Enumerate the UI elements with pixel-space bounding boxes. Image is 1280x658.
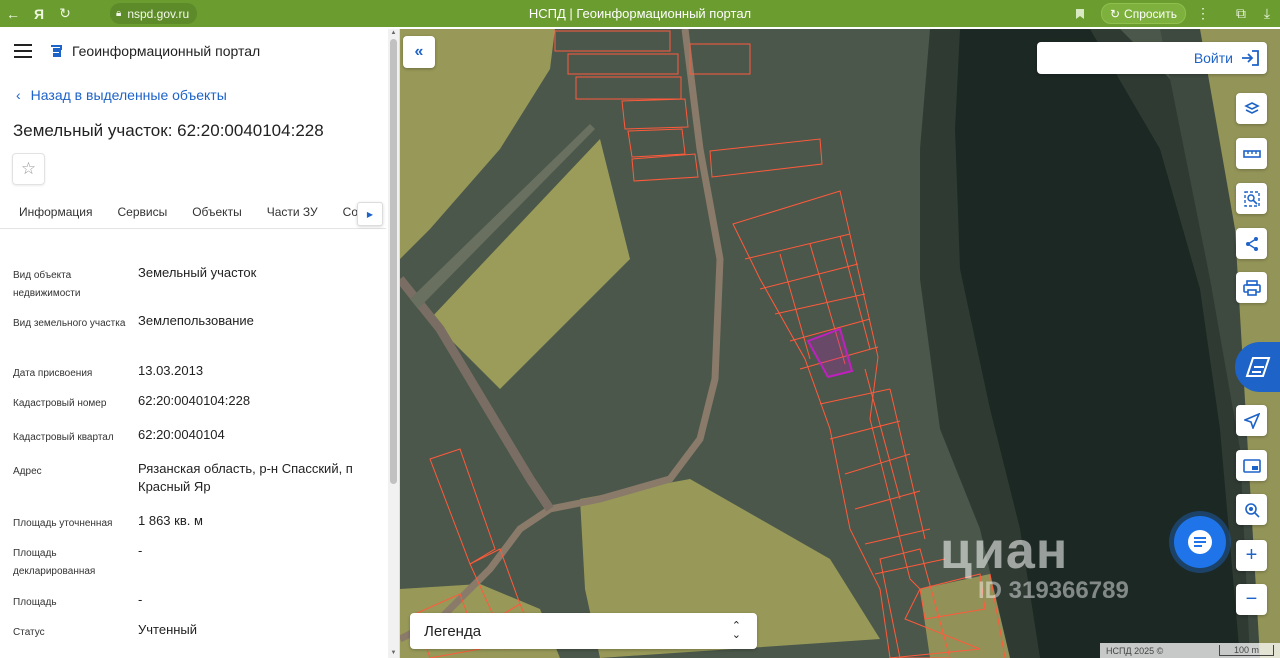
property-value: Земельный участок bbox=[138, 265, 257, 280]
select-area-button[interactable] bbox=[1236, 183, 1267, 214]
tab-0[interactable]: Информация bbox=[19, 199, 104, 228]
property-value: - bbox=[138, 592, 143, 607]
back-arrow-icon[interactable]: ← bbox=[0, 0, 26, 27]
tab-2[interactable]: Объекты bbox=[192, 199, 254, 228]
bookmark-icon[interactable] bbox=[1067, 0, 1093, 27]
zoom-out-button[interactable]: − bbox=[1236, 584, 1267, 615]
property-value: Учтенный bbox=[138, 622, 198, 637]
property-label: Вид земельного участка bbox=[13, 318, 126, 329]
print-icon bbox=[1242, 279, 1261, 296]
property-value: 13.03.2013 bbox=[138, 363, 204, 378]
geolocation-icon bbox=[1244, 502, 1260, 518]
menu-icon[interactable] bbox=[14, 44, 32, 58]
collections-icon[interactable]: ⧉ bbox=[1228, 0, 1254, 27]
scroll-down-arrow-icon[interactable]: ▼ bbox=[388, 649, 399, 658]
tabs-scroll-right-button[interactable]: ▶ bbox=[357, 202, 383, 226]
app-title: Геоинформационный портал bbox=[72, 43, 261, 59]
property-label: Кадастровый квартал bbox=[13, 432, 114, 443]
collapse-panel-button[interactable]: « bbox=[403, 36, 435, 68]
property-label: Статус bbox=[13, 627, 45, 638]
portal-logo-icon bbox=[51, 45, 62, 57]
ruler-icon bbox=[1242, 149, 1261, 158]
property-value: - bbox=[138, 543, 143, 558]
layers-icon bbox=[1243, 101, 1260, 114]
navigate-button[interactable] bbox=[1236, 405, 1267, 436]
share-button[interactable] bbox=[1236, 228, 1267, 259]
property-label: Кадастровый номер bbox=[13, 398, 107, 409]
plus-icon: + bbox=[1245, 544, 1258, 566]
property-value: 1 863 кв. м bbox=[138, 513, 203, 528]
select-area-icon bbox=[1243, 190, 1260, 207]
share-icon bbox=[1245, 236, 1258, 251]
reload-icon[interactable]: ↻ bbox=[52, 0, 78, 27]
zoom-in-button[interactable]: + bbox=[1236, 540, 1267, 571]
geolocation-button[interactable] bbox=[1236, 494, 1267, 525]
info-panel: Геоинформационный портал ‹ Назад в выдел… bbox=[0, 29, 400, 658]
scroll-up-arrow-icon[interactable]: ▲ bbox=[388, 29, 399, 38]
property-label: Вид объекта недвижимости bbox=[13, 270, 81, 299]
side-panel-tab[interactable] bbox=[1235, 342, 1280, 392]
app-header: Геоинформационный портал bbox=[0, 29, 399, 73]
satellite-map bbox=[400, 29, 1280, 658]
back-link[interactable]: ‹ Назад в выделенные объекты bbox=[16, 87, 227, 103]
double-chevron-left-icon: « bbox=[414, 43, 424, 60]
property-label: Площадь декларированная bbox=[13, 548, 96, 577]
login-icon bbox=[1242, 50, 1259, 66]
map-attribution: НСПД 2025 © 100 m bbox=[1100, 643, 1280, 658]
layers-button[interactable] bbox=[1236, 93, 1267, 124]
property-label: Площадь bbox=[13, 597, 57, 608]
tab-bar: ИнформацияСервисыОбъектыЧасти ЗУСоста bbox=[0, 199, 386, 229]
document-icon bbox=[1245, 357, 1270, 377]
scale-bar: 100 m bbox=[1218, 645, 1274, 656]
chevron-updown-icon: ⌃ ⌄ bbox=[731, 620, 741, 641]
property-value: 62:20:0040104 bbox=[138, 427, 225, 442]
favorite-button[interactable]: ☆ bbox=[12, 153, 45, 185]
tab-3[interactable]: Части ЗУ bbox=[267, 199, 330, 228]
property-value: Землепользование bbox=[138, 313, 254, 328]
address-bar[interactable]: 🔒︎ nspd.gov.ru bbox=[110, 3, 198, 24]
chevron-left-icon: ‹ bbox=[16, 87, 21, 103]
url-text: nspd.gov.ru bbox=[127, 6, 190, 21]
more-menu-icon[interactable]: ⋮ bbox=[1190, 0, 1216, 27]
ruler-button[interactable] bbox=[1236, 138, 1267, 169]
legend-select[interactable]: Легенда ⌃ ⌄ bbox=[410, 613, 757, 649]
download-icon[interactable]: ⤓ bbox=[1254, 0, 1280, 27]
minimap-button[interactable] bbox=[1236, 450, 1267, 481]
property-label: Дата присвоения bbox=[13, 368, 93, 379]
ask-icon: ↻ bbox=[1109, 6, 1121, 21]
ask-button[interactable]: ↻ Спросить bbox=[1100, 3, 1186, 24]
chat-bubble-icon bbox=[1188, 530, 1212, 554]
yandex-icon[interactable]: Я bbox=[26, 0, 52, 27]
watermark-id: ID 319366789 bbox=[978, 577, 1129, 604]
property-value: 62:20:0040104:228 bbox=[138, 393, 251, 408]
lock-icon: 🔒︎ bbox=[116, 8, 122, 19]
print-button[interactable] bbox=[1236, 272, 1267, 303]
object-title: Земельный участок: 62:20:0040104:228 bbox=[13, 121, 324, 140]
locate-arrow-icon bbox=[1243, 412, 1260, 429]
property-value: Рязанская область, р-н Спасский, п Красн… bbox=[138, 461, 353, 494]
map-view[interactable]: « Войти + − циан ID 319366789 Легенда ⌃ … bbox=[400, 29, 1280, 658]
scrollbar-thumb[interactable] bbox=[390, 39, 397, 484]
browser-toolbar: ← Я ↻ 🔒︎ nspd.gov.ru НСПД | Геоинформаци… bbox=[0, 0, 1280, 27]
login-button[interactable]: Войти bbox=[1037, 42, 1267, 74]
property-label: Адрес bbox=[13, 466, 42, 477]
watermark-logo: циан bbox=[940, 522, 1069, 580]
panel-scrollbar[interactable]: ▲ ▼ bbox=[388, 29, 399, 658]
picture-in-picture-icon bbox=[1242, 458, 1261, 473]
minus-icon: − bbox=[1245, 588, 1258, 610]
star-icon: ☆ bbox=[20, 159, 37, 178]
property-label: Площадь уточненная bbox=[13, 518, 113, 529]
chat-button[interactable] bbox=[1174, 516, 1226, 568]
tab-1[interactable]: Сервисы bbox=[117, 199, 179, 228]
